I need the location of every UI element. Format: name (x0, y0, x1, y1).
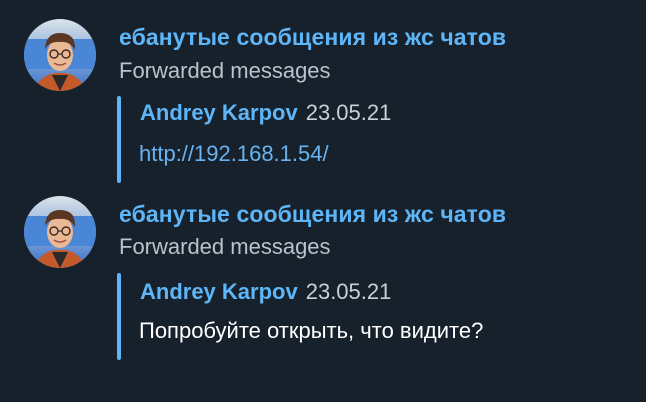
original-author-line: Andrey Karpov 23.05.21 (140, 279, 391, 305)
message-text: http://192.168.1.54/ (139, 141, 329, 167)
avatar[interactable] (24, 19, 96, 91)
forwarded-label: Forwarded messages (119, 234, 331, 259)
avatar[interactable] (24, 196, 96, 268)
original-date: 23.05.21 (305, 100, 392, 125)
message-text: Попробуйте открыть, что видите? (139, 318, 484, 343)
message-link[interactable]: http://192.168.1.54/ (139, 141, 329, 166)
original-date: 23.05.21 (305, 279, 392, 304)
chat-message[interactable]: ебанутые сообщения из жс чатов Forwarded… (0, 0, 646, 190)
sender-name[interactable]: ебанутые сообщения из жс чатов (119, 24, 506, 51)
user-photo-avatar-icon (24, 196, 96, 268)
quote-bar (117, 96, 121, 183)
sender-name[interactable]: ебанутые сообщения из жс чатов (119, 201, 506, 228)
forwarded-label: Forwarded messages (119, 58, 331, 83)
original-author[interactable]: Andrey Karpov (140, 279, 298, 304)
original-author[interactable]: Andrey Karpov (140, 100, 298, 125)
user-photo-avatar-icon (24, 19, 96, 91)
quote-bar (117, 273, 121, 360)
chat-message[interactable]: ебанутые сообщения из жс чатов Forwarded… (0, 190, 646, 402)
original-author-line: Andrey Karpov 23.05.21 (140, 100, 391, 126)
